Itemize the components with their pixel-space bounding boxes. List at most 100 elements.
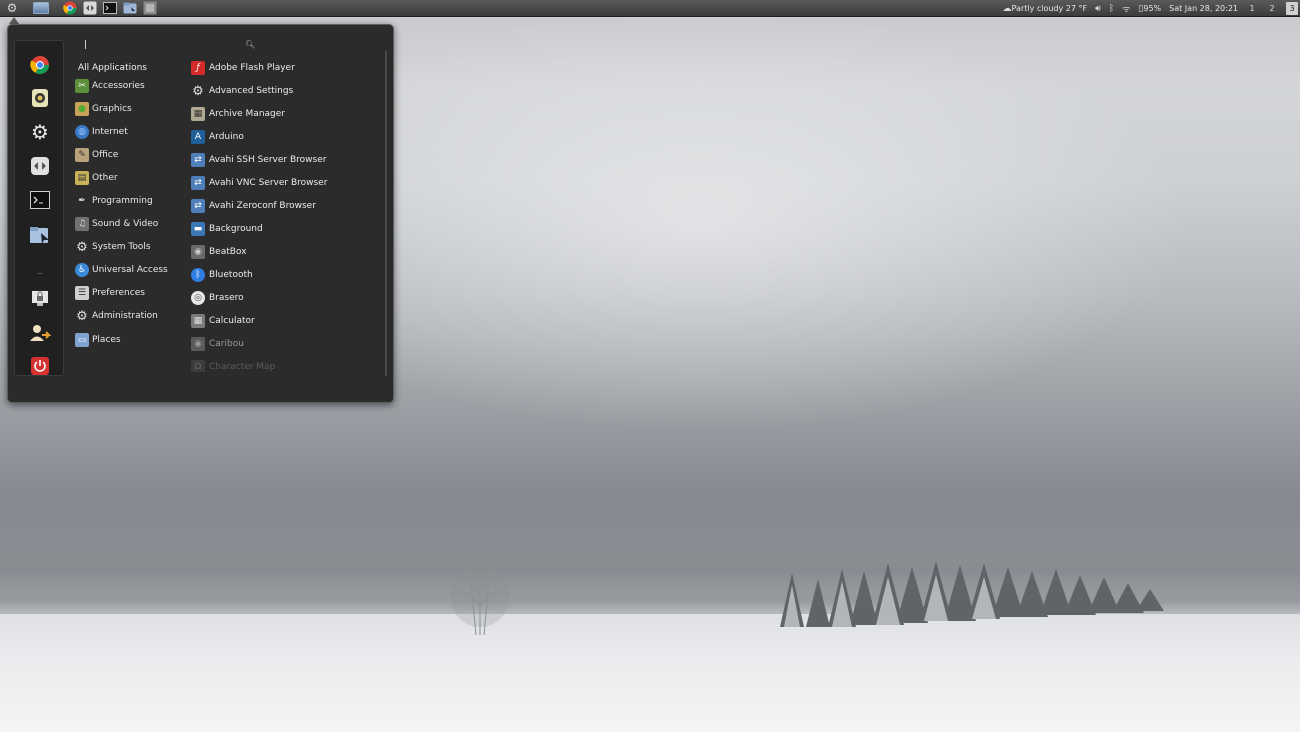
workspace-launcher-icon[interactable] (143, 1, 157, 15)
app-item[interactable]: Ω Character Map (188, 358, 378, 372)
category-graphics[interactable]: ● Graphics (72, 100, 190, 118)
app-label: Avahi SSH Server Browser (209, 155, 327, 165)
wallpaper-forest (780, 561, 1164, 627)
application-list-scrollbar[interactable] (385, 51, 387, 376)
brasero-icon: ◎ (191, 291, 205, 305)
category-preferences[interactable]: ☰ Preferences (72, 284, 190, 302)
app-item[interactable]: A Arduino (188, 128, 378, 146)
category-label: Universal Access (92, 265, 168, 275)
category-administration[interactable]: ⚙ Administration (72, 307, 190, 325)
clock[interactable]: Sat Jan 28, 20:21 (1169, 4, 1238, 13)
avahi-ssh-icon: ⇄ (191, 153, 205, 167)
background-icon: ▬ (191, 222, 205, 236)
office-icon: ✎ (75, 148, 89, 162)
sound-video-icon: ♫ (75, 217, 89, 231)
app-item[interactable]: ⇄ Avahi VNC Server Browser (188, 174, 378, 192)
app-item[interactable]: ◉ Caribou (188, 335, 378, 353)
beatbox-icon: ◉ (191, 245, 205, 259)
app-item[interactable]: ⇄ Avahi Zeroconf Browser (188, 197, 378, 215)
app-item[interactable]: ▬ Background (188, 220, 378, 238)
administration-icon: ⚙ (76, 308, 88, 324)
fav-power[interactable] (29, 355, 51, 377)
app-item[interactable]: ƒ Adobe Flash Player (188, 59, 378, 77)
app-item[interactable]: ⇄ Avahi SSH Server Browser (188, 151, 378, 169)
menu-gear-icon[interactable]: ⚙ (5, 1, 19, 15)
app-item[interactable]: ▦ Archive Manager (188, 105, 378, 123)
application-list: ƒ Adobe Flash Player ⚙ Advanced Settings… (188, 59, 383, 372)
category-other[interactable]: ▤ Other (72, 169, 190, 187)
weather-applet[interactable]: ☁Partly cloudy 27 °F (1003, 4, 1088, 14)
fav-lock-screen[interactable] (29, 287, 51, 309)
arduino-icon: A (191, 130, 205, 144)
battery-text: 95% (1143, 3, 1162, 13)
volume-icon[interactable]: 🔊︎ (1095, 4, 1101, 14)
calculator-icon: ▦ (191, 314, 205, 328)
fav-chrome[interactable] (29, 54, 51, 76)
category-system-tools[interactable]: ⚙ System Tools (72, 238, 190, 256)
app-label: Archive Manager (209, 109, 285, 119)
app-label: Advanced Settings (209, 86, 294, 96)
category-label: Accessories (92, 81, 145, 91)
app-item[interactable]: ⚙ Advanced Settings (188, 82, 378, 100)
chrome-launcher-icon[interactable] (63, 1, 77, 15)
network-icon[interactable]: ᯤ (1122, 2, 1130, 15)
category-internet[interactable]: ◍ Internet (72, 123, 190, 141)
favorites-sidebar: ⚙ (14, 40, 64, 376)
category-label: Internet (92, 127, 128, 137)
app-item[interactable]: ◎ Brasero (188, 289, 378, 307)
category-label: Graphics (92, 104, 132, 114)
accessories-icon: ✂ (75, 79, 89, 93)
category-label: Places (92, 335, 121, 345)
weather-text: Partly cloudy 27 °F (1011, 3, 1088, 13)
category-programming[interactable]: ✒ Programming (72, 192, 190, 210)
category-universal-access[interactable]: ♿ Universal Access (72, 261, 190, 279)
weather-icon: ☁ (1002, 3, 1012, 14)
fav-disk[interactable] (29, 87, 51, 109)
category-label: Programming (92, 196, 153, 206)
advanced-settings-icon: ⚙ (192, 83, 204, 99)
category-sound-video[interactable]: ♫ Sound & Video (72, 215, 190, 233)
search-input[interactable] (88, 37, 258, 51)
category-label: Sound & Video (92, 219, 159, 229)
battery-applet[interactable]: ▯95% (1138, 4, 1161, 14)
power-icon (31, 357, 49, 375)
category-office[interactable]: ✎ Office (72, 146, 190, 164)
category-accessories[interactable]: ✂ Accessories (72, 77, 190, 95)
app-item[interactable]: ▦ Calculator (188, 312, 378, 330)
fav-switch-user[interactable] (29, 322, 51, 344)
terminal-icon (30, 191, 50, 209)
character-map-icon: Ω (191, 360, 205, 372)
app-item[interactable]: ᛒ Bluetooth (188, 266, 378, 284)
fav-settings[interactable]: ⚙ (29, 121, 51, 143)
places-icon: ▭ (75, 333, 89, 347)
fav-terminal[interactable] (29, 189, 51, 211)
workspace-1[interactable]: 1 (1246, 2, 1258, 15)
app-label: Background (209, 224, 263, 234)
app-item[interactable]: ◉ BeatBox (188, 243, 378, 261)
category-label: Preferences (92, 288, 145, 298)
panel-left: ⚙ (0, 0, 157, 17)
file-manager-launcher-icon[interactable] (123, 1, 137, 15)
workspace-3[interactable]: 3 (1286, 2, 1298, 15)
remote-desktop-launcher-icon[interactable] (83, 1, 97, 15)
remote-icon (31, 157, 49, 175)
graphics-icon: ● (75, 102, 89, 116)
settings-icon: ⚙ (31, 120, 49, 144)
workspace-2[interactable]: 2 (1266, 2, 1278, 15)
category-label: Administration (92, 311, 158, 321)
application-menu: ⚙ 🔍︎ All Applications ✂ Accessories ● Gr… (7, 24, 394, 403)
avahi-vnc-icon: ⇄ (191, 176, 205, 190)
fav-files[interactable] (29, 224, 51, 246)
archive-manager-icon: ▦ (191, 107, 205, 121)
favorites-separator (38, 273, 42, 274)
bluetooth-icon[interactable]: ᛒ (1109, 4, 1114, 14)
show-desktop-icon[interactable] (33, 2, 49, 14)
category-label: System Tools (92, 242, 151, 252)
category-places[interactable]: ▭ Places (72, 331, 190, 349)
fav-remote[interactable] (29, 155, 51, 177)
category-all-applications[interactable]: All Applications (78, 59, 196, 77)
terminal-launcher-icon[interactable] (103, 1, 117, 15)
app-label: Arduino (209, 132, 244, 142)
app-label: Character Map (209, 362, 276, 372)
app-label: Avahi Zeroconf Browser (209, 201, 316, 211)
